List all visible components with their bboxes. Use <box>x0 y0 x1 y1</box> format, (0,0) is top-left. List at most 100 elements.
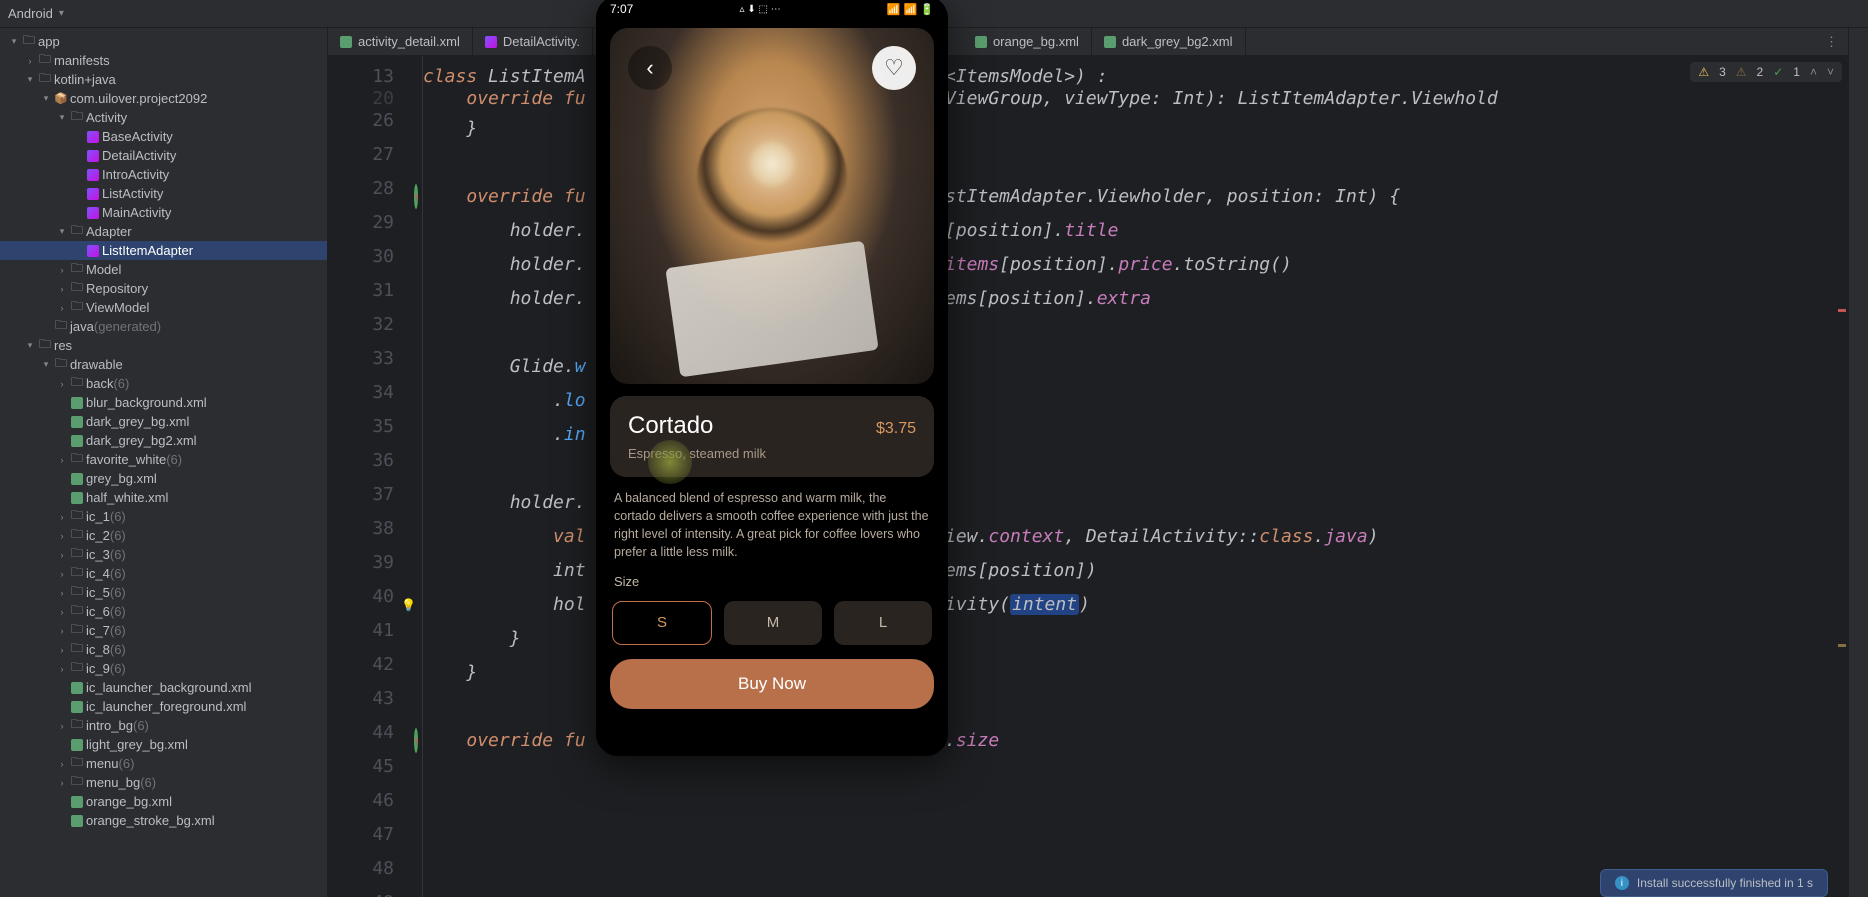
tree-arrow-icon[interactable]: ▾ <box>24 340 36 351</box>
tree-item[interactable]: DetailActivity <box>0 146 327 165</box>
gutter-line[interactable]: 39 <box>328 546 394 580</box>
gutter-line[interactable]: 48 <box>328 852 394 886</box>
gutter-line[interactable]: 41 <box>328 614 394 648</box>
tree-arrow-icon[interactable]: › <box>56 664 68 674</box>
tree-arrow-icon[interactable]: › <box>56 588 68 598</box>
gutter-line[interactable]: 27 <box>328 138 394 172</box>
size-option-m[interactable]: M <box>724 601 822 645</box>
gutter-line[interactable]: 40💡 <box>328 580 394 614</box>
gutter-line[interactable]: 26 <box>328 104 394 138</box>
tree-item[interactable]: ListItemAdapter <box>0 241 327 260</box>
tree-arrow-icon[interactable]: › <box>56 759 68 769</box>
project-selector[interactable]: Android ▾ <box>8 6 64 21</box>
tree-item[interactable]: ▾🗀kotlin+java <box>0 70 327 89</box>
tree-item[interactable]: ›🗀ic_2 (6) <box>0 526 327 545</box>
tree-item[interactable]: ic_launcher_background.xml <box>0 678 327 697</box>
tree-item[interactable]: ›🗀ic_6 (6) <box>0 602 327 621</box>
tree-item[interactable]: ›🗀ic_3 (6) <box>0 545 327 564</box>
tree-arrow-icon[interactable]: ▾ <box>56 112 68 123</box>
gutter-line[interactable]: 35 <box>328 410 394 444</box>
project-tree[interactable]: ▾🗀app›🗀manifests▾🗀kotlin+java▾📦com.uilov… <box>0 28 328 897</box>
tree-item[interactable]: ▾🗀Adapter <box>0 222 327 241</box>
tree-item[interactable]: ›🗀ic_8 (6) <box>0 640 327 659</box>
tree-item[interactable]: ›🗀intro_bg (6) <box>0 716 327 735</box>
tab-actions[interactable]: ⋮ <box>1815 28 1848 55</box>
gutter-line[interactable]: 42 <box>328 648 394 682</box>
tree-arrow-icon[interactable]: › <box>56 265 68 275</box>
tree-arrow-icon[interactable]: › <box>56 645 68 655</box>
tree-arrow-icon[interactable]: › <box>56 569 68 579</box>
size-option-l[interactable]: L <box>834 601 932 645</box>
gutter-line[interactable]: 49 <box>328 886 394 897</box>
tree-item[interactable]: dark_grey_bg2.xml <box>0 431 327 450</box>
tree-arrow-icon[interactable]: › <box>56 284 68 294</box>
tree-item[interactable]: ›🗀back (6) <box>0 374 327 393</box>
tree-arrow-icon[interactable]: › <box>56 512 68 522</box>
tree-item[interactable]: light_grey_bg.xml <box>0 735 327 754</box>
gutter-line[interactable]: 36 <box>328 444 394 478</box>
back-button[interactable]: ‹ <box>628 46 672 90</box>
tree-arrow-icon[interactable]: › <box>56 379 68 389</box>
tree-item[interactable]: IntroActivity <box>0 165 327 184</box>
tree-arrow-icon[interactable]: ▾ <box>24 74 36 85</box>
tree-item[interactable]: orange_bg.xml <box>0 792 327 811</box>
tree-item[interactable]: ▾🗀res <box>0 336 327 355</box>
tree-item[interactable]: ▾🗀Activity <box>0 108 327 127</box>
gutter-line[interactable]: 38 <box>328 512 394 546</box>
tree-arrow-icon[interactable]: ▾ <box>8 36 20 47</box>
inspection-status[interactable]: ⚠3 ⚠2 ✓1 ˄ ˅ <box>1690 62 1842 82</box>
tree-item[interactable]: ›🗀favorite_white (6) <box>0 450 327 469</box>
tree-arrow-icon[interactable]: ▾ <box>56 226 68 237</box>
chevron-down-icon[interactable]: ˅ <box>1827 65 1834 79</box>
editor-tab[interactable]: orange_bg.xml <box>963 28 1092 55</box>
gutter-line[interactable]: 46 <box>328 784 394 818</box>
override-marker-icon[interactable] <box>402 724 418 740</box>
tree-arrow-icon[interactable]: ▾ <box>40 359 52 370</box>
tree-item[interactable]: 🗀java (generated) <box>0 317 327 336</box>
tree-item[interactable]: ›🗀ic_5 (6) <box>0 583 327 602</box>
tree-item[interactable]: ›🗀menu (6) <box>0 754 327 773</box>
gutter-line[interactable]: 44 <box>328 716 394 750</box>
tree-item[interactable]: ›🗀Model <box>0 260 327 279</box>
tree-arrow-icon[interactable]: › <box>56 531 68 541</box>
tree-item[interactable]: dark_grey_bg.xml <box>0 412 327 431</box>
tree-item[interactable]: orange_stroke_bg.xml <box>0 811 327 830</box>
gutter-line[interactable]: 47 <box>328 818 394 852</box>
tree-item[interactable]: ›🗀ic_1 (6) <box>0 507 327 526</box>
editor-tab[interactable]: activity_detail.xml <box>328 28 473 55</box>
intention-bulb-icon[interactable]: 💡 <box>400 588 416 604</box>
gutter-line[interactable]: 34 <box>328 376 394 410</box>
editor-tab[interactable]: dark_grey_bg2.xml <box>1092 28 1246 55</box>
tree-item[interactable]: ▾📦com.uilover.project2092 <box>0 89 327 108</box>
gutter-line[interactable]: 33 <box>328 342 394 376</box>
tree-arrow-icon[interactable]: › <box>56 607 68 617</box>
tree-item[interactable]: ›🗀ic_4 (6) <box>0 564 327 583</box>
tree-arrow-icon[interactable]: › <box>56 303 68 313</box>
editor-tabs[interactable]: activity_detail.xmlDetailActivity.orange… <box>328 28 1848 56</box>
gutter-line[interactable]: 29 <box>328 206 394 240</box>
gutter-line[interactable]: 37 <box>328 478 394 512</box>
gutter-line[interactable]: 32 <box>328 308 394 342</box>
gutter-line[interactable]: 31 <box>328 274 394 308</box>
tree-arrow-icon[interactable]: ▾ <box>40 93 52 104</box>
chevron-up-icon[interactable]: ˄ <box>1810 65 1817 79</box>
tree-item[interactable]: half_white.xml <box>0 488 327 507</box>
size-option-s[interactable]: S <box>612 601 712 645</box>
gutter-line[interactable]: 30 <box>328 240 394 274</box>
tree-item[interactable]: ic_launcher_foreground.xml <box>0 697 327 716</box>
tree-item[interactable]: ›🗀Repository <box>0 279 327 298</box>
tree-item[interactable]: ›🗀ic_9 (6) <box>0 659 327 678</box>
tree-item[interactable]: ›🗀menu_bg (6) <box>0 773 327 792</box>
tree-item[interactable]: MainActivity <box>0 203 327 222</box>
tree-item[interactable]: grey_bg.xml <box>0 469 327 488</box>
tree-arrow-icon[interactable]: › <box>56 721 68 731</box>
tree-arrow-icon[interactable]: › <box>24 56 36 66</box>
tree-arrow-icon[interactable]: › <box>56 626 68 636</box>
more-icon[interactable]: ⋮ <box>1825 34 1838 50</box>
tree-arrow-icon[interactable]: › <box>56 778 68 788</box>
override-marker-icon[interactable] <box>402 180 418 196</box>
tree-item[interactable]: ▾🗀app <box>0 32 327 51</box>
tree-item[interactable]: ▾🗀drawable <box>0 355 327 374</box>
build-status[interactable]: i Install successfully finished in 1 s <box>1600 869 1828 897</box>
gutter-line[interactable]: 20 <box>328 82 394 104</box>
